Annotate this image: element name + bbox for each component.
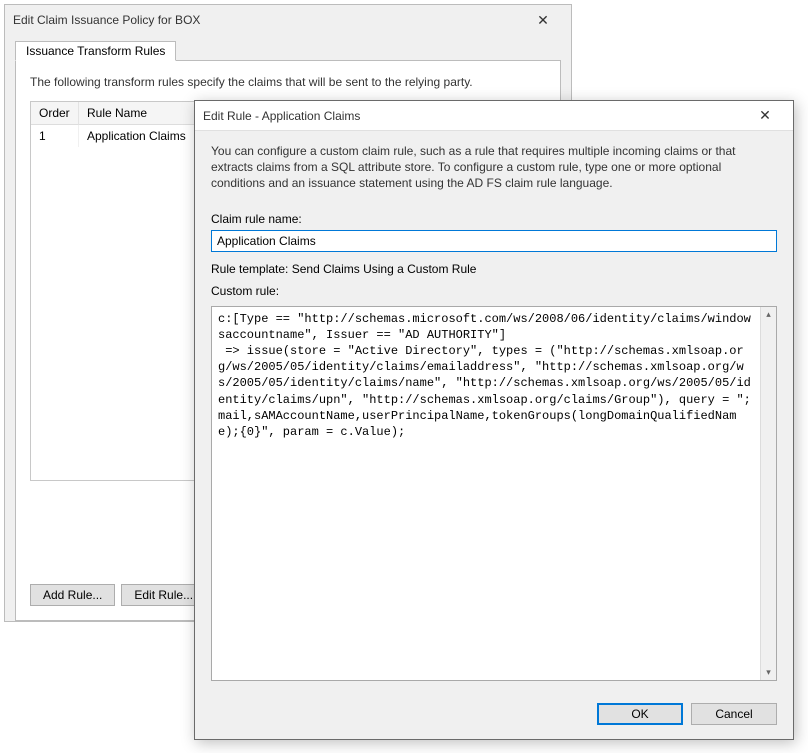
dialog-body: You can configure a custom claim rule, s… [195,131,793,693]
claim-rule-name-label: Claim rule name: [211,212,777,226]
close-icon[interactable]: ✕ [745,102,785,130]
custom-rule-textarea[interactable] [212,307,760,680]
ok-button[interactable]: OK [597,703,683,725]
scroll-up-icon[interactable]: ▴ [761,307,776,322]
tab-issuance-transform-rules[interactable]: Issuance Transform Rules [15,41,176,61]
tabstrip: Issuance Transform Rules [15,39,561,61]
intro-text: The following transform rules specify th… [30,75,546,89]
scrollbar[interactable]: ▴ ▾ [760,307,776,680]
titlebar[interactable]: Edit Claim Issuance Policy for BOX ✕ [5,5,571,35]
description-text: You can configure a custom claim rule, s… [211,143,777,192]
cancel-button[interactable]: Cancel [691,703,777,725]
scroll-down-icon[interactable]: ▾ [761,665,776,680]
titlebar[interactable]: Edit Rule - Application Claims ✕ [195,101,793,131]
edit-rule-dialog: Edit Rule - Application Claims ✕ You can… [194,100,794,740]
custom-rule-label: Custom rule: [211,284,777,298]
col-header-order[interactable]: Order [31,102,79,125]
close-icon[interactable]: ✕ [523,6,563,34]
cell-order: 1 [31,125,79,147]
add-rule-button[interactable]: Add Rule... [30,584,115,606]
dialog-title: Edit Rule - Application Claims [203,109,745,123]
dialog-footer: OK Cancel [195,693,793,739]
dialog-title: Edit Claim Issuance Policy for BOX [13,13,523,27]
rule-template-text: Rule template: Send Claims Using a Custo… [211,262,777,276]
custom-rule-area: ▴ ▾ [211,306,777,681]
claim-rule-name-input[interactable] [211,230,777,252]
